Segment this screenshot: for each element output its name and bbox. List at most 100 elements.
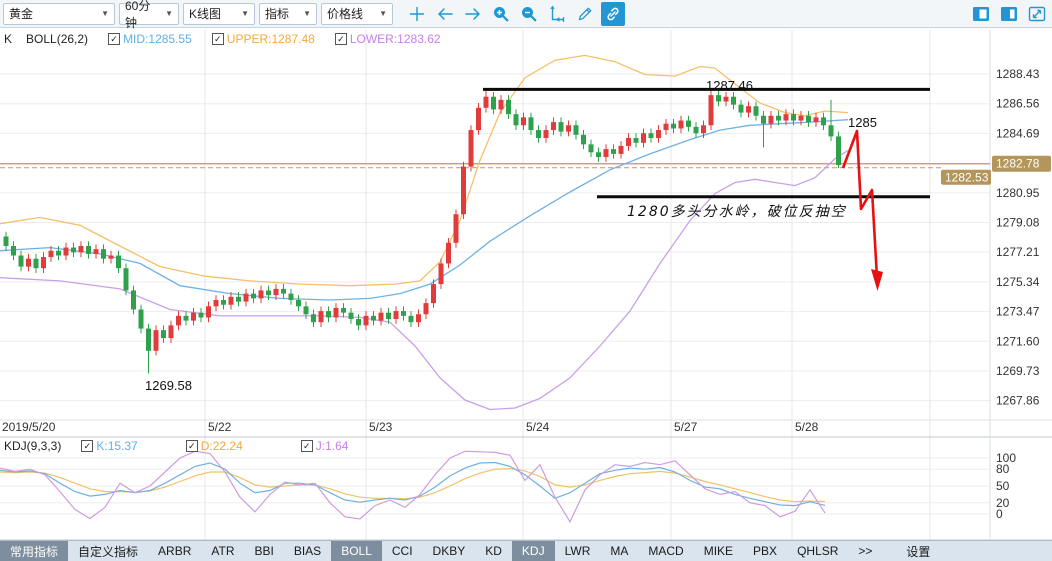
date-tick-label: 5/27 [674, 420, 698, 434]
boll-bands-layer [0, 55, 848, 409]
draw-pencil-icon[interactable] [573, 2, 597, 26]
annotations-layer: 1287.46 1285 1269.58 1280多头分水岭，破位反抽空 [145, 78, 877, 393]
window-icon-group [969, 2, 1049, 26]
tab-ATR[interactable]: ATR [201, 541, 244, 561]
tab-DKBY[interactable]: DKBY [423, 541, 476, 561]
j-checkbox[interactable]: ✓ [301, 440, 313, 452]
pan-right-icon[interactable] [461, 2, 485, 26]
upper-checkbox[interactable]: ✓ [212, 33, 224, 45]
toolbar-icon-group [405, 2, 625, 26]
trend-lines-layer [483, 89, 930, 196]
price-line-layer [0, 164, 990, 168]
trading-app-window: 1288.43 1286.56 1284.69 1282.78 1280.95 1279.… [0, 0, 1052, 561]
split-panel-icon[interactable] [997, 2, 1021, 26]
price-line-dropdown-value: 价格线 [327, 5, 363, 22]
tab-CCI[interactable]: CCI [382, 541, 423, 561]
k-checkbox[interactable]: ✓ [81, 440, 93, 452]
period-dropdown[interactable]: 60分钟 ▼ [119, 3, 179, 25]
price-line-dropdown[interactable]: 价格线 ▼ [321, 3, 393, 25]
tab->>[interactable]: >> [848, 541, 882, 561]
kdj-tick-label: 80 [996, 462, 1010, 476]
crosshair-icon[interactable] [405, 2, 429, 26]
kdj-title: KDJ(9,3,3) [4, 439, 61, 453]
dashed-price-label: 1282.53 [945, 171, 989, 185]
chart-annotation: 1280多头分水岭，破位反抽空 [627, 204, 847, 220]
kdj-k-value: K:15.37 [96, 439, 137, 453]
kdj-tick-label: 0 [996, 507, 1003, 521]
kdj-j-value: J:1.64 [316, 439, 349, 453]
date-tick-label: 5/23 [369, 420, 393, 434]
tab-常用指标[interactable]: 常用指标 [0, 541, 68, 561]
current-price-label: 1282.78 [996, 157, 1040, 171]
boll-mid-value: MID:1285.55 [123, 32, 192, 46]
single-panel-icon[interactable] [969, 2, 993, 26]
price-tick-label: 1269.73 [996, 364, 1040, 378]
symbol-dropdown-value: 黄金 [9, 5, 33, 22]
indicator-dropdown[interactable]: 指标 ▼ [259, 3, 317, 25]
price-tick-label: 1280.95 [996, 186, 1040, 200]
chart-canvas[interactable]: 1288.43 1286.56 1284.69 1282.78 1280.95 1279.… [0, 0, 1052, 561]
date-tick-label: 5/28 [795, 420, 819, 434]
chart-annotation: 1269.58 [145, 378, 192, 393]
tab-设置[interactable]: 设置 [896, 541, 940, 561]
tab-KDJ[interactable]: KDJ [512, 541, 555, 561]
boll-upper-value: UPPER:1287.48 [227, 32, 315, 46]
chevron-down-icon: ▼ [101, 9, 109, 18]
grid-layer [0, 30, 1052, 540]
price-tick-label: 1267.86 [996, 394, 1040, 408]
tab-BOLL[interactable]: BOLL [331, 541, 382, 561]
lower-checkbox[interactable]: ✓ [335, 33, 347, 45]
price-tick-label: 1271.60 [996, 334, 1040, 348]
tab-LWR[interactable]: LWR [555, 541, 601, 561]
tab-BIAS[interactable]: BIAS [284, 541, 331, 561]
chevron-down-icon: ▼ [379, 9, 387, 18]
date-tick-label: 2019/5/20 [2, 420, 56, 434]
tab-QHLSR[interactable]: QHLSR [787, 541, 848, 561]
pan-left-icon[interactable] [433, 2, 457, 26]
tab-MACD[interactable]: MACD [638, 541, 693, 561]
tab-MIKE[interactable]: MIKE [694, 541, 743, 561]
zoom-out-icon[interactable] [517, 2, 541, 26]
zoom-in-icon[interactable] [489, 2, 513, 26]
d-checkbox[interactable]: ✓ [186, 440, 198, 452]
date-tick-label: 5/24 [526, 420, 550, 434]
boll-indicator-header: K BOLL(26,2) ✓ MID:1285.55 ✓ UPPER:1287.… [4, 31, 441, 47]
chart-type-dropdown[interactable]: K线图 ▼ [183, 3, 255, 25]
tab-自定义指标[interactable]: 自定义指标 [68, 541, 148, 561]
link-tool-icon[interactable] [601, 2, 625, 26]
price-tick-label: 1275.34 [996, 275, 1040, 289]
chevron-down-icon: ▼ [165, 9, 173, 18]
date-tick-label: 5/22 [208, 420, 232, 434]
price-tick-label: 1288.43 [996, 67, 1040, 81]
period-dropdown-value: 60分钟 [125, 0, 159, 31]
indicator-tab-bar: 常用指标自定义指标ARBRATRBBIBIASBOLLCCIDKBYKDKDJL… [0, 540, 1052, 561]
tab-MA[interactable]: MA [600, 541, 638, 561]
price-tick-label: 1279.08 [996, 215, 1040, 229]
top-toolbar: 黄金 ▼ 60分钟 ▼ K线图 ▼ 指标 ▼ 价格线 ▼ [0, 0, 1052, 28]
kdj-lines-layer [0, 451, 825, 522]
fullscreen-expand-icon[interactable] [1025, 2, 1049, 26]
drawn-arrow-layer [843, 131, 883, 291]
symbol-dropdown[interactable]: 黄金 ▼ [3, 3, 115, 25]
chevron-down-icon: ▼ [303, 9, 311, 18]
chart-type-dropdown-value: K线图 [189, 5, 221, 22]
axis-scale-icon[interactable] [545, 2, 569, 26]
mid-checkbox[interactable]: ✓ [108, 33, 120, 45]
pane-label: K [4, 32, 12, 46]
kdj-tick-label: 50 [996, 479, 1010, 493]
kdj-indicator-header: KDJ(9,3,3) ✓ K:15.37 ✓ D:22.24 ✓ J:1.64 [4, 438, 348, 454]
tab-PBX[interactable]: PBX [743, 541, 787, 561]
price-tick-label: 1273.47 [996, 305, 1040, 319]
tab-KD[interactable]: KD [475, 541, 512, 561]
boll-title: BOLL(26,2) [26, 32, 88, 46]
price-tick-label: 1284.69 [996, 126, 1040, 140]
chevron-down-icon: ▼ [241, 9, 249, 18]
tab-ARBR[interactable]: ARBR [148, 541, 201, 561]
indicator-dropdown-value: 指标 [265, 5, 289, 22]
chart-annotation: 1287.46 [706, 78, 753, 93]
chart-annotation: 1285 [848, 115, 877, 130]
kdj-d-value: D:22.24 [201, 439, 243, 453]
price-tick-label: 1277.21 [996, 245, 1040, 259]
price-tick-label: 1286.56 [996, 97, 1040, 111]
tab-BBI[interactable]: BBI [244, 541, 283, 561]
